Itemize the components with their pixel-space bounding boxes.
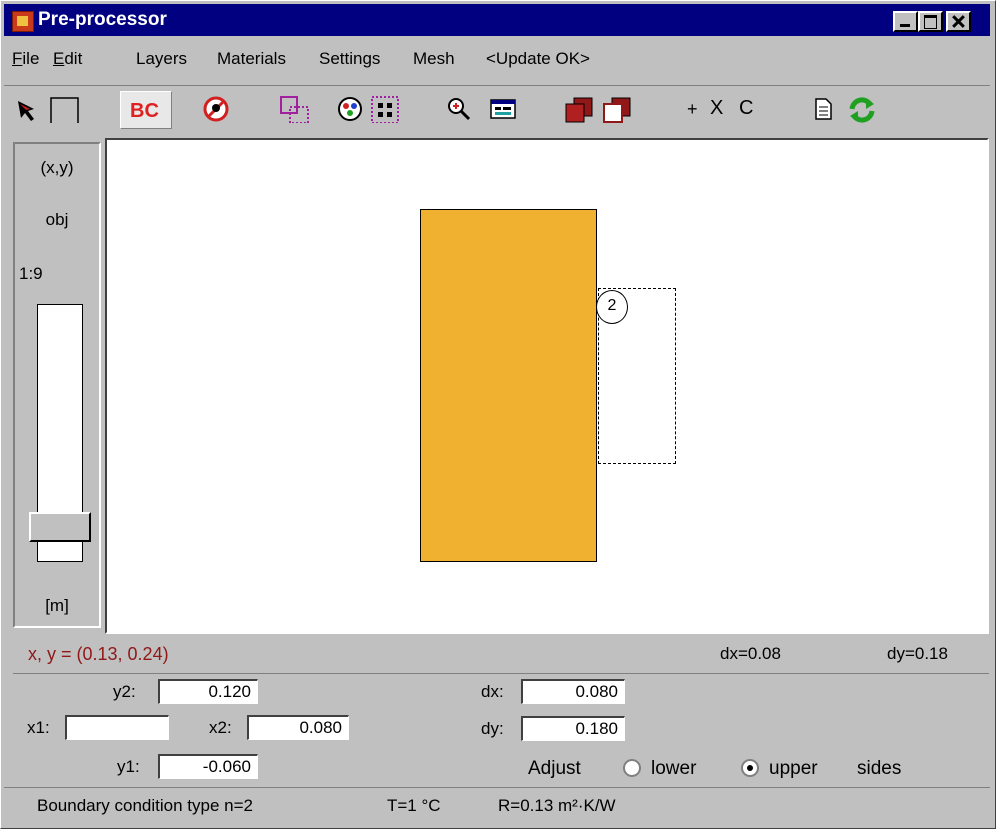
minimize-button[interactable] (893, 11, 918, 32)
menu-update-ok[interactable]: <Update OK> (486, 49, 590, 69)
rectangle-icon[interactable] (48, 95, 82, 123)
plus-tool[interactable]: + (687, 99, 698, 127)
c-tool[interactable]: C (739, 97, 753, 125)
status-bar: Boundary condition type n=2 T=1 °C R=0.1… (4, 787, 990, 826)
cursor-coordinates: x, y = (0.13, 0.24) (28, 644, 169, 664)
delete-icon[interactable] (202, 95, 230, 123)
side-panel: (x,y) obj 1:9 [m] (13, 142, 101, 628)
notes-icon[interactable] (812, 95, 836, 123)
x1-input[interactable] (65, 715, 169, 740)
unit-label: [m] (45, 596, 69, 615)
x-tool[interactable]: X (710, 97, 723, 125)
y2-label: y2: (113, 682, 136, 701)
upper-radio[interactable] (741, 759, 759, 777)
dx-label: dx: (481, 682, 504, 701)
y1-input[interactable]: -0.060 (158, 754, 258, 779)
bring-to-front-icon[interactable] (562, 95, 596, 123)
zoom-in-icon[interactable] (445, 95, 473, 123)
mesh-grid-icon[interactable] (370, 95, 402, 123)
y2-input[interactable]: 0.120 (158, 679, 258, 704)
coords-toggle[interactable]: (x,y) (15, 158, 99, 178)
bc-label: BC (130, 100, 159, 122)
app-icon (12, 11, 34, 32)
edit-panel: y2: 0.120 x1: x2: 0.080 y1: -0.060 dx: 0… (13, 673, 989, 784)
coordinate-status: x, y = (0.13, 0.24) dx=0.08 dy=0.18 (4, 637, 990, 669)
lower-radio[interactable] (623, 759, 641, 777)
dy-readout: dy=0.18 (887, 644, 948, 663)
menu-settings[interactable]: Settings (319, 49, 380, 69)
obj-toggle[interactable]: obj (15, 210, 99, 230)
x1-label: x1: (27, 718, 50, 737)
x2-label: x2: (209, 718, 232, 737)
toolbar: BC + X C (4, 85, 990, 130)
zoom-slider-thumb[interactable] (29, 512, 91, 542)
menu-materials[interactable]: Materials (217, 49, 286, 69)
bc-button[interactable]: BC (120, 91, 172, 129)
layers-icon[interactable] (278, 95, 312, 123)
send-to-back-icon[interactable] (600, 95, 634, 123)
resistance-text: R=0.13 m²·K/W (498, 796, 616, 815)
pre-processor-window: Pre-processor File Edit Layers Materials… (0, 0, 996, 829)
sides-label: sides (857, 758, 902, 779)
menu-edit[interactable]: Edit (53, 49, 82, 69)
materials-palette-icon[interactable] (336, 95, 364, 123)
scale-label: 1:9 (19, 264, 43, 283)
menu-file[interactable]: File (12, 49, 39, 69)
window-title: Pre-processor (38, 9, 167, 30)
menu-bar: File Edit Layers Materials Settings Mesh… (4, 46, 990, 72)
close-button[interactable] (946, 11, 971, 32)
lower-label[interactable]: lower (651, 758, 696, 780)
pointer-arrow-icon[interactable] (14, 95, 40, 123)
title-bar[interactable]: Pre-processor (4, 4, 990, 36)
menu-mesh[interactable]: Mesh (413, 49, 455, 69)
maximize-button[interactable] (918, 11, 943, 32)
dy-input[interactable]: 0.180 (521, 716, 625, 741)
drawing-canvas[interactable]: 2 (105, 138, 989, 634)
temperature-text: T=1 °C (387, 796, 441, 815)
bc-number-marker: 2 (596, 290, 628, 324)
y1-label: y1: (117, 757, 140, 776)
adjust-label: Adjust (528, 758, 581, 779)
bc-type-text: Boundary condition type n=2 (37, 796, 253, 815)
dx-readout: dx=0.08 (720, 644, 781, 663)
material-rectangle[interactable] (420, 209, 597, 562)
dx-input[interactable]: 0.080 (521, 679, 625, 704)
refresh-icon[interactable] (846, 95, 878, 123)
dy-label: dy: (481, 719, 504, 738)
menu-layers[interactable]: Layers (136, 49, 187, 69)
upper-label[interactable]: upper (769, 758, 818, 780)
x2-input[interactable]: 0.080 (247, 715, 349, 740)
view-window-icon[interactable] (488, 95, 518, 123)
